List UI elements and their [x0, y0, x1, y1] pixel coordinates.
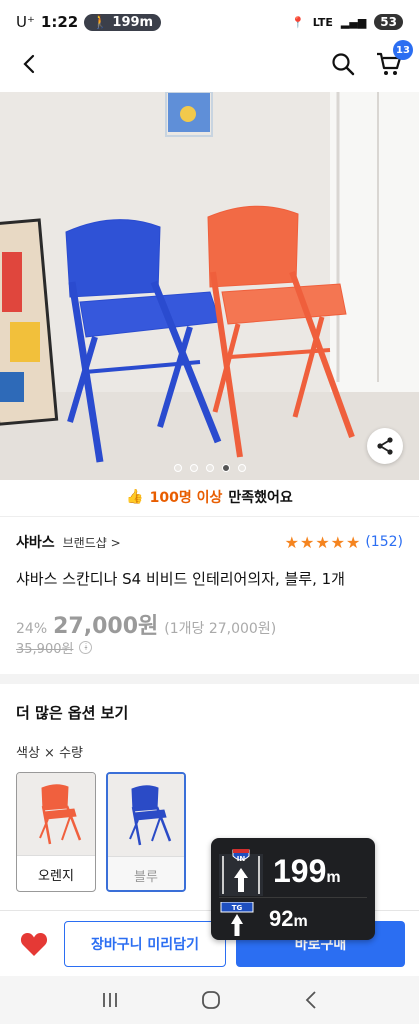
navigation-distance-secondary-unit: m	[293, 913, 308, 930]
star-icon: ★	[346, 532, 361, 552]
system-navigation-bar	[0, 976, 419, 1024]
satisfaction-count: 100명 이상	[149, 490, 223, 506]
walking-icon: 🚶	[92, 14, 109, 30]
tollgate-label: TG	[232, 904, 243, 912]
divider	[0, 516, 419, 517]
navigation-distance-primary-value: 199	[273, 853, 327, 889]
brand-row: 샤바스 브랜드샵 > ★ ★ ★ ★ ★ (152)	[16, 532, 403, 552]
discount-rate: 24%	[16, 621, 48, 637]
navigation-overlay[interactable]: IN 199m TG 92m	[211, 838, 375, 940]
rating[interactable]: ★ ★ ★ ★ ★ (152)	[285, 533, 403, 552]
wishlist-button[interactable]	[14, 931, 54, 957]
chair-thumbnail-blue	[129, 785, 172, 846]
navigation-pill-distance: 199m	[112, 14, 154, 30]
star-icon: ★	[315, 532, 330, 552]
carrier-label: U⁺	[16, 13, 35, 31]
battery-indicator: 53	[374, 14, 403, 30]
navigation-pill[interactable]: 🚶 199m	[84, 13, 162, 31]
rating-count: (152)	[365, 534, 403, 550]
unit-price: (1개당 27,000원)	[164, 621, 277, 637]
option-label: 오렌지	[17, 855, 95, 891]
gallery-dot[interactable]	[237, 464, 246, 472]
cart-count-badge: 13	[393, 40, 413, 60]
star-icon: ★	[284, 532, 299, 552]
tollgate-sign-icon: TG	[220, 902, 254, 936]
navigation-distance-primary: 199m	[273, 853, 341, 890]
chair-thumbnail-orange	[39, 784, 82, 845]
star-icon: ★	[299, 532, 315, 552]
option-blue[interactable]: 블루	[106, 772, 186, 892]
gallery-pagination	[173, 464, 246, 472]
brand-shop-link[interactable]: 브랜드샵 >	[63, 534, 121, 551]
location-icon: 📍	[290, 15, 305, 29]
clock: 1:22	[40, 13, 79, 31]
product-photo	[0, 92, 419, 480]
gallery-dot[interactable]	[221, 464, 230, 472]
share-icon	[377, 437, 393, 455]
highway-in-label: IN	[237, 855, 246, 863]
option-label: 블루	[108, 856, 184, 890]
home-icon[interactable]	[201, 990, 221, 1010]
status-bar: U⁺ 1:22 🚶 199m 📍 LTE ▂▄▆ 53	[0, 0, 419, 44]
top-bar: 13	[0, 40, 419, 84]
navigation-distance-secondary-value: 92	[269, 906, 294, 931]
original-price-row: 35,900원 i	[16, 638, 93, 657]
gallery-dot[interactable]	[173, 464, 182, 472]
product-image-gallery[interactable]	[0, 92, 419, 480]
back-nav-icon[interactable]	[304, 991, 318, 1009]
section-separator	[0, 674, 419, 684]
search-icon	[332, 53, 355, 76]
option-thumbnail	[108, 774, 184, 856]
sale-price: 27,000원	[53, 614, 159, 639]
star-icon: ★	[330, 532, 345, 552]
satisfaction-text: 만족했어요	[228, 490, 293, 506]
thumbs-up-icon: 👍	[126, 489, 144, 505]
option-thumbnail	[17, 773, 95, 855]
gallery-dot[interactable]	[205, 464, 214, 472]
options-subtitle: 색상 × 수량	[16, 746, 83, 761]
option-orange[interactable]: 오렌지	[16, 772, 96, 892]
back-arrow-icon	[23, 54, 35, 74]
navigation-distance-secondary: 92m	[269, 906, 308, 932]
options-title: 더 많은 옵션 보기	[16, 704, 129, 722]
search-button[interactable]	[327, 48, 359, 80]
highway-in-sign-icon: IN	[219, 848, 263, 896]
heart-icon	[20, 932, 48, 956]
cart-button[interactable]: 13	[373, 40, 413, 80]
cart-preview-button[interactable]: 장바구니 미리담기	[64, 920, 226, 967]
brand-name[interactable]: 샤바스	[16, 532, 55, 552]
back-button[interactable]	[14, 48, 46, 80]
navigation-distance-primary-unit: m	[326, 869, 341, 886]
satisfaction-banner: 👍 100명 이상 만족했어요	[0, 484, 419, 510]
product-title: 샤바스 스칸디나 S4 비비드 인테리어의자, 블루, 1개	[16, 570, 345, 588]
share-button[interactable]	[367, 428, 403, 464]
info-icon[interactable]: i	[79, 641, 93, 654]
original-price: 35,900원	[16, 642, 74, 657]
signal-icon: ▂▄▆	[340, 15, 367, 29]
gallery-dot[interactable]	[189, 464, 198, 472]
network-label: LTE	[312, 15, 333, 29]
recent-apps-icon[interactable]	[101, 992, 119, 1008]
price-row: 24% 27,000원 (1개당 27,000원)	[16, 608, 276, 640]
